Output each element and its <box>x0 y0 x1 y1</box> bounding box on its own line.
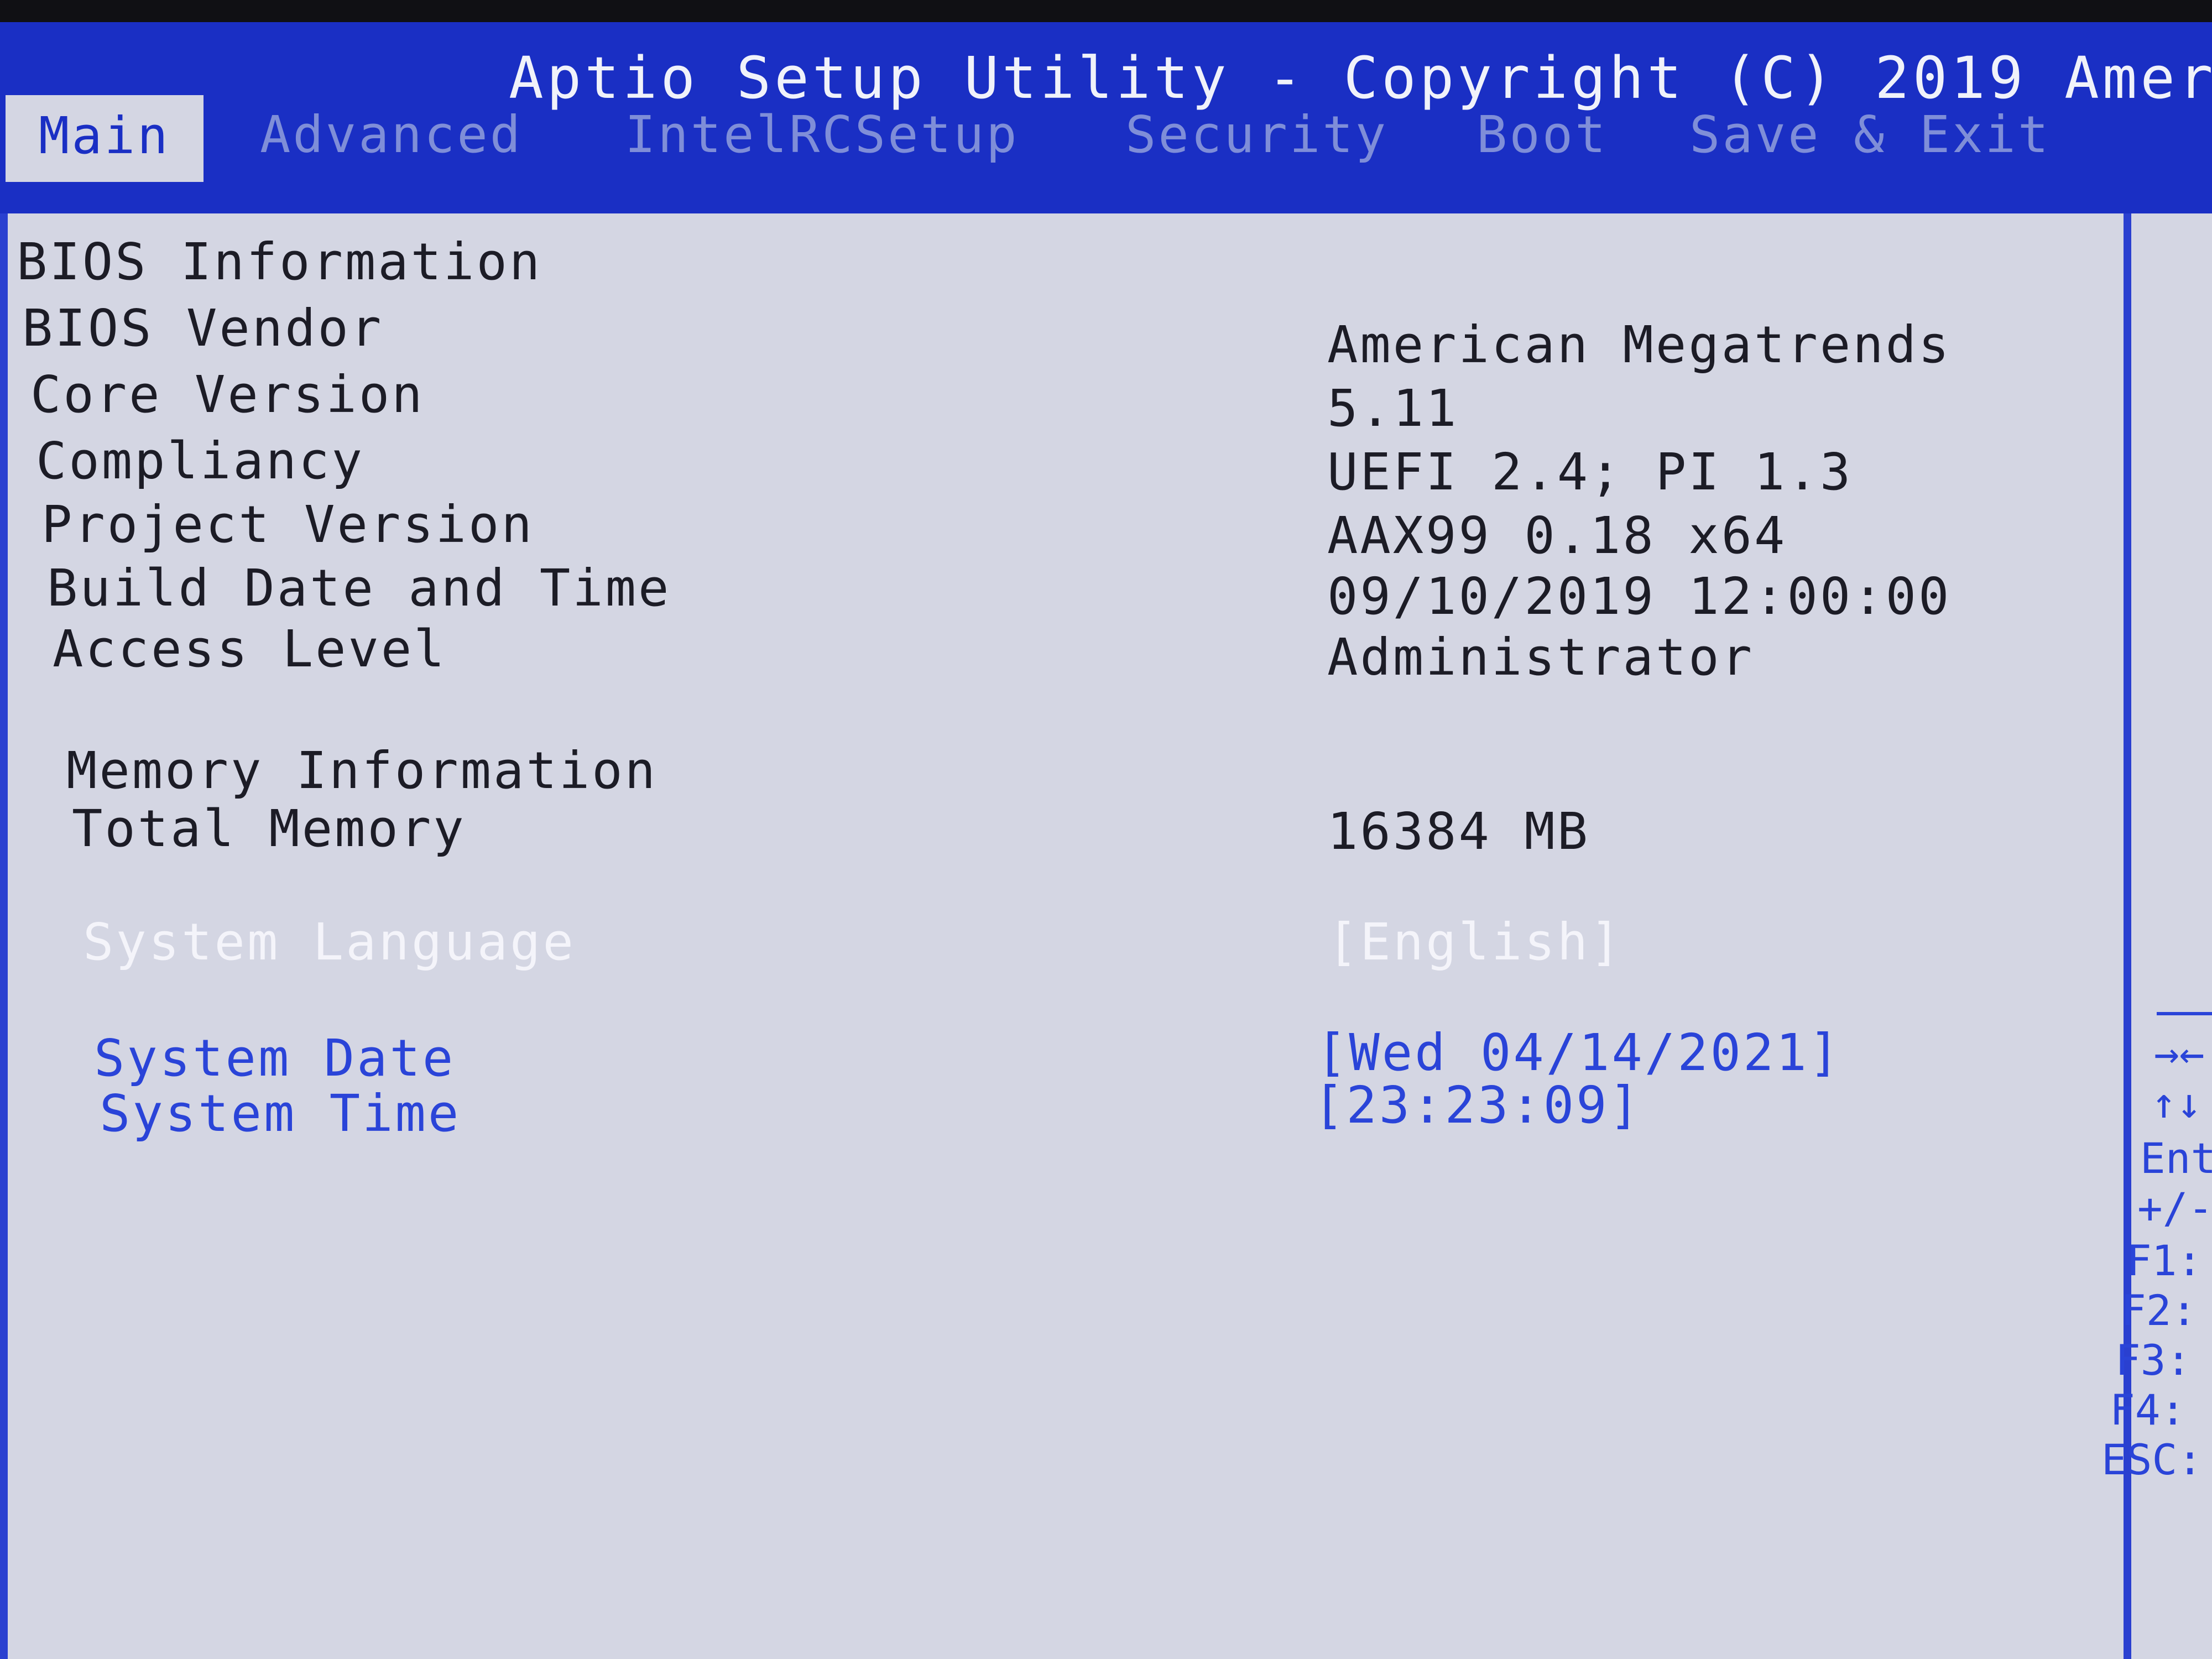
help-arrows-ud: ↑↓ <box>2151 1078 2202 1128</box>
help-f4: F4: <box>2110 1385 2186 1434</box>
bios-vendor-value: American Megatrends <box>1327 315 1952 374</box>
header-divider <box>0 205 2212 213</box>
bios-info-heading: BIOS Information <box>17 232 542 291</box>
utility-title: Aptio Setup Utility - Copyright (C) 2019… <box>509 44 2212 112</box>
system-time-value[interactable]: [23:23:09] <box>1313 1076 1642 1135</box>
help-enter: Ent <box>2140 1134 2212 1183</box>
memory-info-heading: Memory Information <box>66 741 658 800</box>
access-level-label: Access Level <box>53 619 447 679</box>
compliancy-value: UEFI 2.4; PI 1.3 <box>1327 442 1853 502</box>
bios-vendor-label: BIOS Vendor <box>22 299 384 358</box>
system-language-value[interactable]: [English] <box>1327 912 1623 972</box>
header-bar: Aptio Setup Utility - Copyright (C) 2019… <box>0 22 2212 205</box>
left-border <box>0 213 8 1659</box>
system-date-value[interactable]: [Wed 04/14/2021] <box>1316 1023 1841 1082</box>
bios-screen: Aptio Setup Utility - Copyright (C) 2019… <box>0 22 2212 1659</box>
tab-intelrcsetup[interactable]: IntelRCSetup <box>625 105 1019 164</box>
help-f2: F2: <box>2121 1286 2197 1335</box>
tab-advanced[interactable]: Advanced <box>260 105 523 164</box>
build-date-label: Build Date and Time <box>47 559 671 618</box>
system-date-label[interactable]: System Date <box>94 1029 455 1088</box>
tab-security[interactable]: Security <box>1125 105 1388 164</box>
project-version-label: Project Version <box>41 495 534 554</box>
system-language-label[interactable]: System Language <box>83 912 576 972</box>
compliancy-label: Compliancy <box>36 431 364 491</box>
help-f1: F1: <box>2126 1236 2203 1285</box>
help-separator <box>2157 1012 2212 1015</box>
core-version-value: 5.11 <box>1327 379 1459 438</box>
system-time-label[interactable]: System Time <box>100 1084 461 1143</box>
build-date-value: 09/10/2019 12:00:00 <box>1327 567 1952 626</box>
help-f3: F3: <box>2115 1335 2192 1385</box>
help-esc: ESC: <box>2101 1435 2203 1484</box>
tab-main[interactable]: Main <box>6 95 204 182</box>
help-plus-minus: +/- <box>2137 1183 2212 1233</box>
project-version-value: AAX99 0.18 x64 <box>1327 506 1787 565</box>
total-memory-label: Total Memory <box>72 799 466 858</box>
tab-boot[interactable]: Boot <box>1477 105 1608 164</box>
core-version-label: Core Version <box>30 365 425 424</box>
access-level-value: Administrator <box>1327 628 1755 687</box>
tab-save-exit[interactable]: Save & Exit <box>1689 105 2051 164</box>
help-arrows-lr: →← <box>2154 1029 2205 1078</box>
total-memory-value: 16384 MB <box>1327 802 1590 861</box>
